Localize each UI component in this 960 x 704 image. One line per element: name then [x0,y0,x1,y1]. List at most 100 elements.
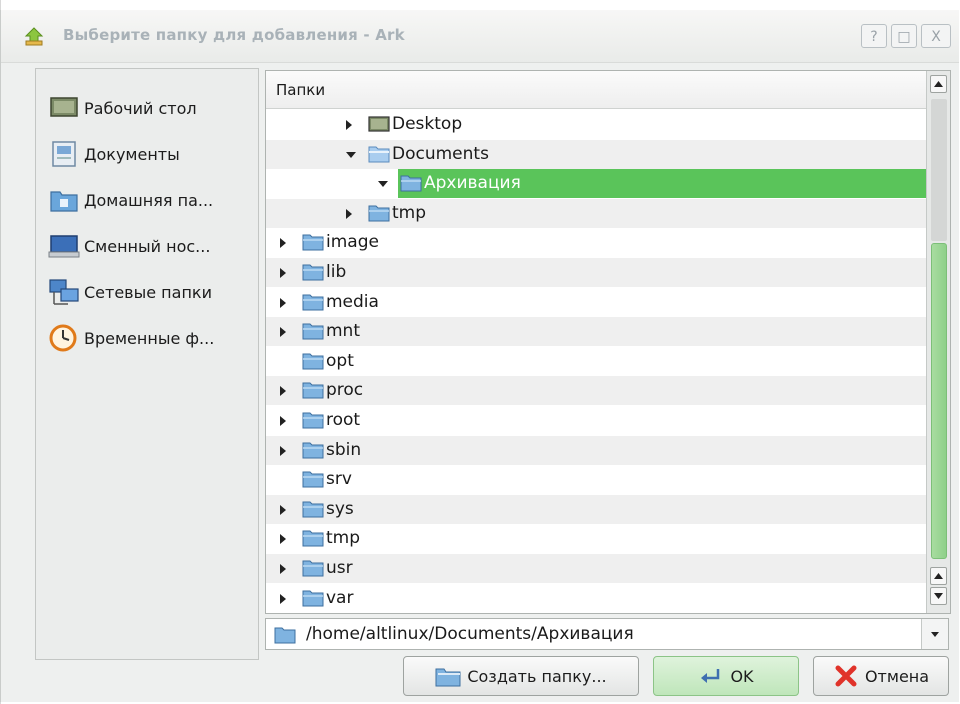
tree-row-desktop[interactable]: Desktop [266,110,926,139]
scroll-down-button[interactable] [930,587,947,605]
folder-icon [368,205,390,222]
folder-icon [302,560,324,577]
close-button[interactable]: X [921,24,951,48]
place-label: Домашняя па... [84,190,214,210]
folder-icon [302,412,324,429]
place-documents[interactable]: Документы [48,137,254,171]
tree-row-srv[interactable]: srv [266,465,926,494]
cancel-label: Отмена [864,666,930,686]
expand-arrow-icon[interactable] [280,268,286,278]
ok-button[interactable]: OK [653,656,799,696]
new-folder-label: Создать папку... [467,666,607,686]
removable-media-icon [48,231,80,261]
expand-arrow-icon[interactable] [346,120,352,130]
window-title: Выберите папку для добавления - Ark [63,26,405,44]
title-bar[interactable]: Выберите папку для добавления - Ark ? □ … [1,10,959,63]
scroll-thumb[interactable] [931,243,947,559]
clock-icon [48,323,80,353]
tree-row-opt[interactable]: opt [266,347,926,376]
folder-icon [400,175,422,192]
tree-row-proc[interactable]: proc [266,376,926,406]
expand-arrow-icon[interactable] [346,208,352,219]
place-desktop[interactable]: Рабочий стол [48,91,254,125]
tree-row-label: Desktop [392,114,463,134]
vertical-scrollbar[interactable] [926,71,950,613]
tree-row-label: media [326,291,379,312]
tree-row-image[interactable]: image [266,228,926,257]
tree-row-usr[interactable]: usr [266,554,926,583]
cancel-x-icon [833,665,859,687]
path-dropdown-button[interactable] [921,619,948,649]
path-combobox[interactable]: /home/altlinux/Documents/Архивация [265,618,949,650]
ok-label: OK [730,666,754,686]
scroll-up-button-bottom[interactable] [930,567,947,585]
tree-row-label: mnt [326,321,360,342]
tree-row-архивация[interactable]: Архивация [266,169,926,199]
tree-row-mnt[interactable]: mnt [266,317,926,347]
tree-row-label: tmp [326,528,361,549]
tree-row-label: Documents [392,143,489,164]
tree-row-label: proc [326,380,364,401]
folder-tree: Папки Desktop Documents Архивация tmp image l… [265,70,951,614]
folder-icon [368,146,390,163]
path-value: /home/altlinux/Documents/Архивация [306,624,634,644]
enter-icon [698,665,724,687]
place-network[interactable]: Сетевые папки [48,275,254,309]
tree-row-var[interactable]: var [266,584,926,613]
tree-row-media[interactable]: media [266,288,926,317]
expand-arrow-icon[interactable] [280,416,286,426]
tree-row-sys[interactable]: sys [266,494,926,524]
expand-arrow-icon[interactable] [280,327,286,338]
expand-arrow-icon[interactable] [280,564,286,574]
arrow-up-icon [934,81,943,87]
tree-row-label: lib [326,262,347,282]
tree-row-root[interactable]: root [266,406,926,435]
arrow-down-icon [934,593,943,599]
home-folder-icon [48,185,80,215]
select-folder-dialog: Выберите папку для добавления - Ark ? □ … [0,10,959,702]
tree-row-label: var [326,587,354,608]
place-temp[interactable]: Временные ф... [48,321,254,355]
folder-icon [302,264,324,281]
expand-arrow-icon[interactable] [280,534,286,545]
scroll-up-button[interactable] [930,75,947,93]
tree-row-documents[interactable]: Documents [266,139,926,169]
documents-icon [48,139,80,169]
expand-arrow-icon[interactable] [280,238,286,249]
tree-row-label: usr [326,558,353,578]
arrow-up-icon [934,573,943,579]
tree-row-sbin[interactable]: sbin [266,435,926,465]
expand-arrow-icon[interactable] [280,593,286,604]
place-home[interactable]: Домашняя па... [48,183,254,217]
tree-column-header[interactable]: Папки [266,71,926,109]
expand-arrow-icon[interactable] [280,386,286,397]
new-folder-button[interactable]: Создать папку... [403,656,639,696]
place-label: Сменный нос... [84,236,211,256]
help-button[interactable]: ? [861,24,887,48]
new-folder-icon [435,665,461,687]
place-removable[interactable]: Сменный нос... [48,229,254,263]
tree-row-tmp[interactable]: tmp [266,524,926,553]
tree-row-label: opt [326,350,354,371]
expand-arrow-icon[interactable] [280,504,286,515]
tree-row-tmp[interactable]: tmp [266,198,926,228]
tree-row-label: sys [326,498,354,519]
folder-icon [302,590,324,607]
folder-icon [302,471,324,488]
collapse-arrow-icon[interactable] [378,181,388,188]
tree-row-label: root [326,410,361,430]
tree-row-label: srv [326,469,352,490]
expand-arrow-icon[interactable] [280,445,286,456]
folder-icon [302,234,324,251]
tree-row-label: sbin [326,439,362,460]
collapse-arrow-icon[interactable] [346,151,356,158]
folder-icon [302,382,324,399]
maximize-button[interactable]: □ [891,24,917,48]
tree-row-label: tmp [392,202,427,223]
tree-row-lib[interactable]: lib [266,258,926,287]
expand-arrow-icon[interactable] [280,297,286,308]
chevron-down-icon [931,632,939,637]
tree-row-label: image [326,232,379,253]
cancel-button[interactable]: Отмена [813,656,949,696]
folder-icon [302,353,324,370]
